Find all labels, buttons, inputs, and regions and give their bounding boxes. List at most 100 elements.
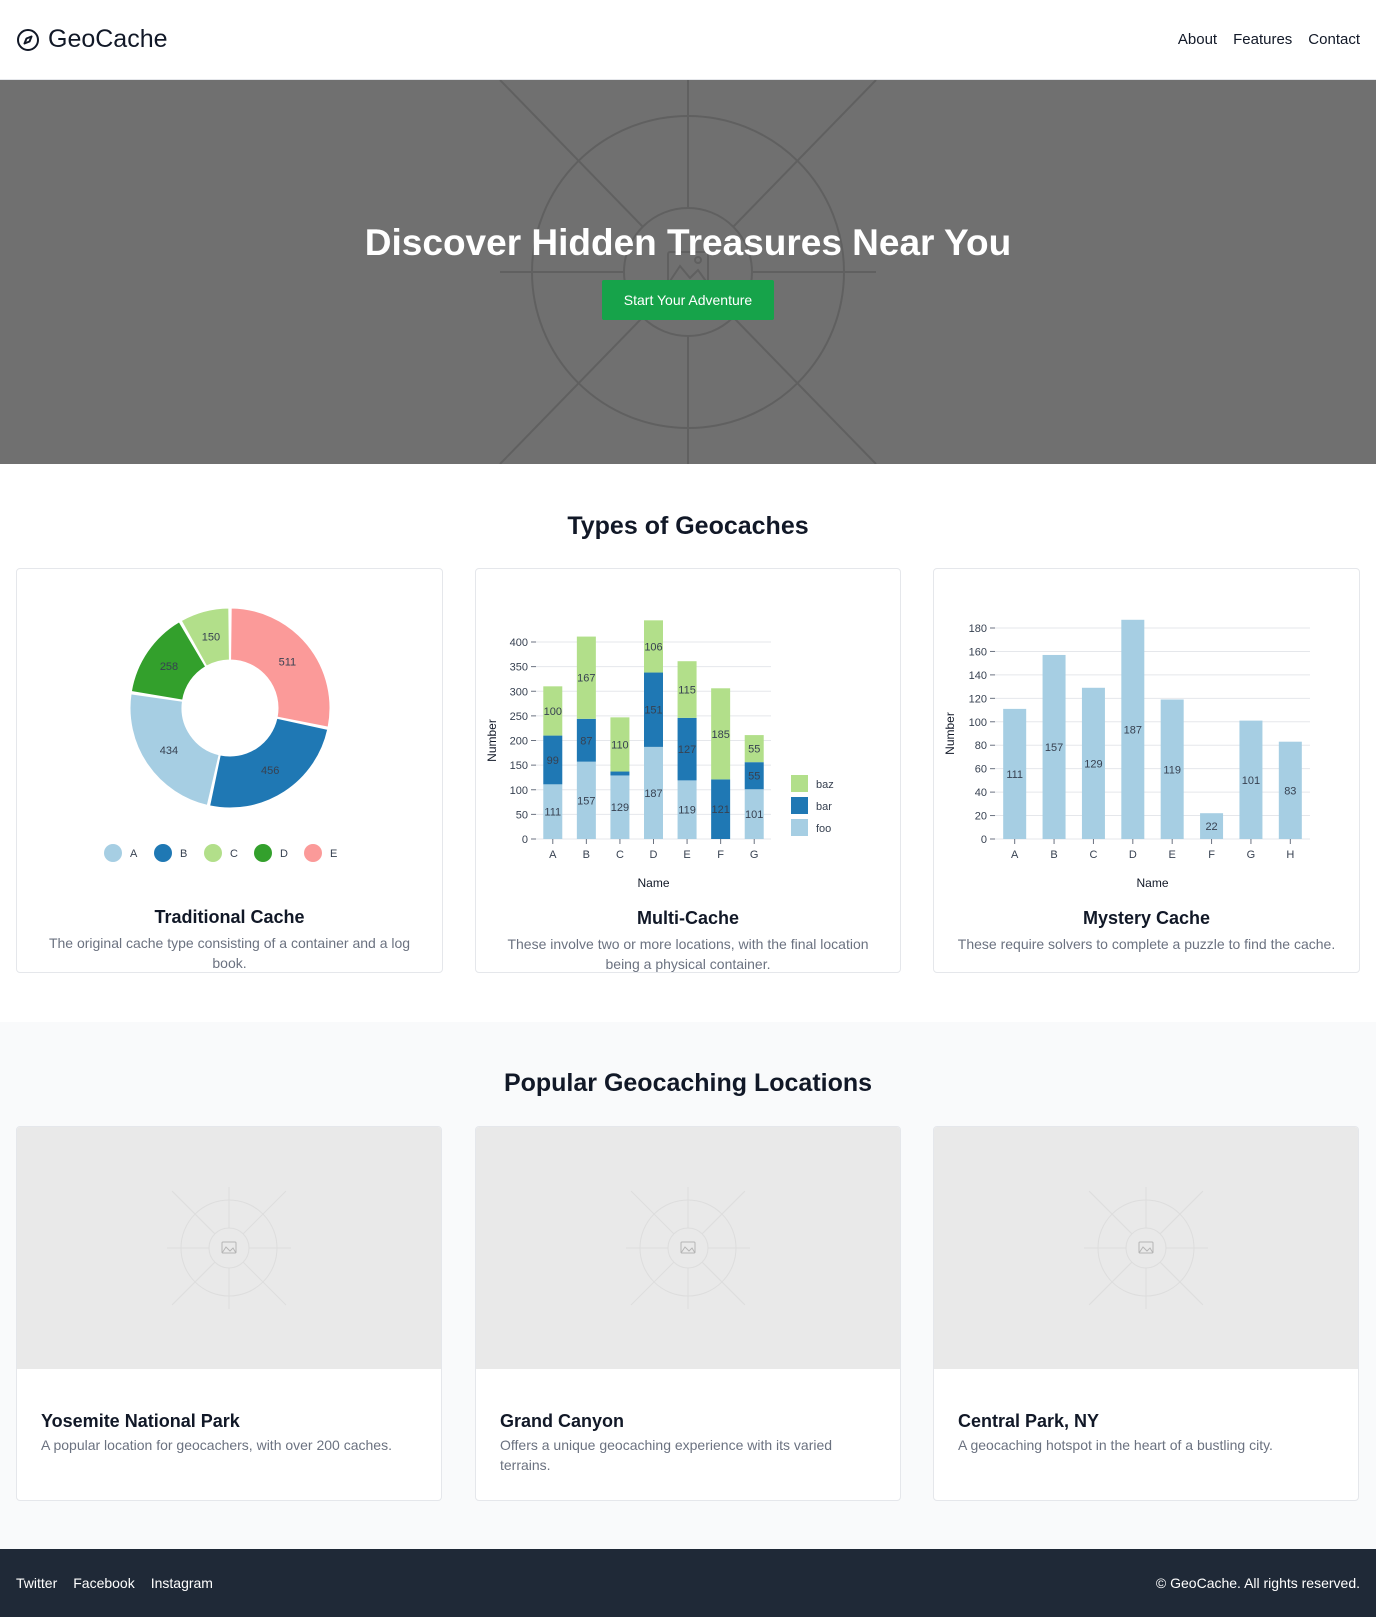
y-tick-label: 0 [981,834,987,846]
mystery-cache-card: 0 20 40 60 80 100 120 140 160 180 111 A 157 B 129 C 187 D… [933,568,1360,973]
legend-swatch [104,844,122,862]
card-title: Mystery Cache [1082,908,1211,928]
legend-label: foo [816,823,831,835]
slice-label: 434 [160,745,178,757]
bar-label: 99 [547,755,559,767]
location-card-grand-canyon[interactable]: Grand Canyon Offers a unique geocaching … [475,1126,901,1501]
hero-title: Discover Hidden Treasures Near You [364,222,1012,263]
card-description: These involve two or more locations, wit… [507,936,869,972]
bar-label: 151 [644,705,662,717]
location-image [934,1127,1358,1369]
y-tick-label: 180 [969,623,987,635]
legend-label: E [330,848,337,860]
legend-label: A [130,848,138,860]
y-tick-label: 350 [510,662,528,674]
site-header: GeoCache About Features Contact [0,0,1376,80]
legend-label: bar [816,801,832,813]
traditional-cache-card: 511 456 434 258 150 A B C D E Traditional Cache T… [16,568,443,973]
site-footer: Twitter Facebook Instagram © GeoCache. A… [0,1549,1376,1617]
bar-label: 100 [544,706,562,718]
x-tick-label: B [1050,849,1057,861]
x-tick-label: A [549,849,557,861]
legend-swatch [791,775,808,792]
nav-contact[interactable]: Contact [1308,31,1360,48]
footer-link-facebook[interactable]: Facebook [73,1575,134,1591]
bar-label: 110 [611,739,629,751]
x-tick-label: E [683,849,690,861]
x-tick-label: G [1247,849,1256,861]
y-tick-label: 20 [975,811,987,823]
slice-label: 258 [160,661,178,673]
y-tick-label: 250 [510,711,528,723]
legend-label: C [230,848,238,860]
x-tick-label: A [1011,849,1019,861]
footer-link-instagram[interactable]: Instagram [151,1575,213,1591]
y-tick-label: 100 [969,717,987,729]
x-axis-label: Name [637,876,669,890]
bar-label: 157 [1045,742,1063,754]
card-description: These require solvers to complete a puzz… [957,936,1336,952]
legend-swatch [154,844,172,862]
brand-name: GeoCache [48,25,168,53]
bar-label: 22 [1205,821,1217,833]
legend-swatch [304,844,322,862]
bar-label: 55 [748,771,760,783]
y-tick-label: 400 [510,637,528,649]
bar-label: 111 [544,807,561,819]
location-image [476,1127,900,1369]
x-tick-label: G [750,849,759,861]
brand[interactable]: GeoCache [16,25,168,54]
card-title: Multi-Cache [636,908,739,928]
bar-label: 119 [678,805,696,817]
slice-label: 150 [202,631,220,643]
location-card-yosemite[interactable]: Yosemite National Park A popular locatio… [16,1126,442,1501]
y-tick-label: 80 [975,740,987,752]
bar-label: 187 [1124,724,1142,736]
y-tick-label: 0 [522,834,528,846]
location-title: Central Park, NY [958,1411,1100,1431]
stacked-bar-chart: 0 50 100 150 200 250 300 350 400 111 99 100 A 157 87 16… [485,620,834,890]
x-tick-label: F [1208,849,1215,861]
x-tick-label: D [650,849,658,861]
main-nav: About Features Contact [1178,31,1360,48]
y-tick-label: 150 [510,760,528,772]
types-section-title: Types of Geocaches [567,512,809,540]
bar-chart: 0 20 40 60 80 100 120 140 160 180 111 A 157 B 129 C 187 D… [943,619,1310,890]
y-tick-label: 200 [510,736,528,748]
y-tick-label: 300 [510,686,528,698]
location-card-central-park[interactable]: Central Park, NY A geocaching hotspot in… [933,1126,1359,1501]
legend-label: D [280,848,288,860]
bar-bar-c [610,771,630,776]
image-placeholder-icon [167,1187,291,1309]
locations-section-title: Popular Geocaching Locations [503,1069,873,1097]
legend-swatch [204,844,222,862]
bar-label: 167 [577,673,595,685]
x-tick-label: H [1286,849,1294,861]
y-tick-label: 140 [969,670,987,682]
legend-swatch [791,819,808,836]
nav-about[interactable]: About [1178,31,1217,48]
bar-label: 121 [711,804,729,816]
legend-swatch [791,797,808,814]
slice-label: 456 [261,765,279,777]
donut-chart: 511 456 434 258 150 A B C D E [104,607,337,862]
bar-label: 115 [678,685,696,697]
footer-link-twitter[interactable]: Twitter [16,1575,57,1591]
x-tick-label: B [583,849,590,861]
bar-label: 157 [577,795,595,807]
x-tick-label: F [717,849,724,861]
nav-features[interactable]: Features [1233,31,1292,48]
card-title: Traditional Cache [154,907,305,927]
bar-label: 111 [1006,769,1023,781]
bar-label: 87 [580,735,592,747]
location-title: Grand Canyon [500,1411,625,1431]
x-axis-label: Name [1136,876,1168,890]
y-tick-label: 50 [516,809,528,821]
image-placeholder-icon [499,80,877,464]
x-tick-label: C [1089,849,1097,861]
y-axis-label: Number [485,719,499,762]
hero-banner: Discover Hidden Treasures Near You Start… [0,80,1376,464]
bar-label: 127 [678,744,696,756]
start-adventure-button[interactable]: Start Your Adventure [602,280,774,320]
bar-label: 106 [644,641,662,653]
